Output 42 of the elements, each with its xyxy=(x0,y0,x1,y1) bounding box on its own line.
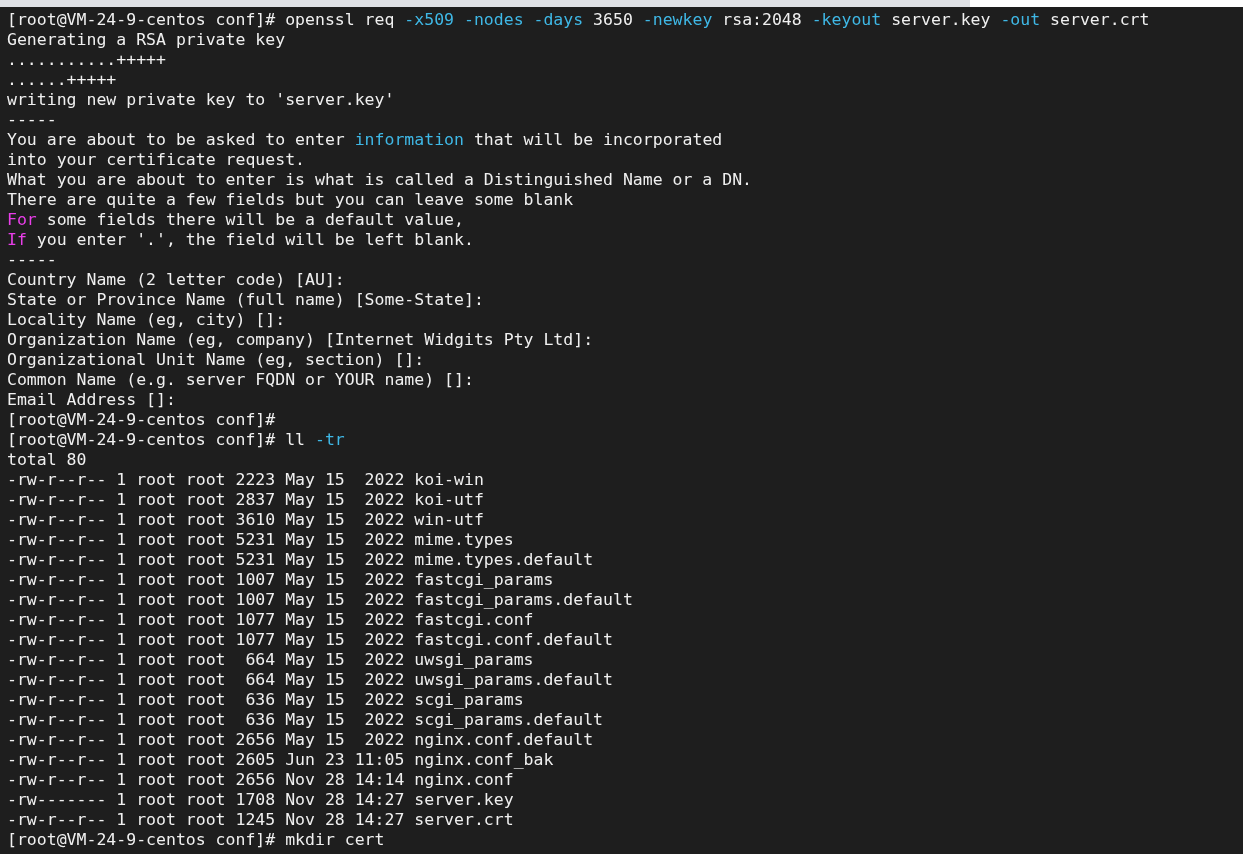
terminal-line: Organizational Unit Name (eg, section) []: xyxy=(7,350,425,370)
terminal-line: [root@VM-24-9-centos conf]# mkdir cert xyxy=(7,830,385,850)
terminal-line: ......+++++ xyxy=(7,70,117,90)
terminal-line: -rw-r--r-- 1 root root 2223 May 15 2022 koi-win xyxy=(7,470,484,490)
terminal-line: -rw-r--r-- 1 root root 2656 Nov 28 14:14 nginx.conf xyxy=(7,770,514,790)
terminal-line: Locality Name (eg, city) []: xyxy=(7,310,286,330)
terminal-line: -rw-r--r-- 1 root root 1245 Nov 28 14:27 server.crt xyxy=(7,810,514,830)
terminal-line: Common Name (e.g. server FQDN or YOUR name) []: xyxy=(7,370,474,390)
terminal-line: What you are about to enter is what is called a Distinguished Name or a DN. xyxy=(7,170,753,190)
terminal-line: total 80 xyxy=(7,450,87,470)
terminal-line: -rw-r--r-- 1 root root 1007 May 15 2022 fastcgi_params.default xyxy=(7,590,633,610)
terminal-line: -rw-r--r-- 1 root root 1077 May 15 2022 fastcgi.conf xyxy=(7,610,534,630)
terminal-line: -rw-r--r-- 1 root root 2837 May 15 2022 koi-utf xyxy=(7,490,484,510)
terminal-line: -rw-r--r-- 1 root root 5231 May 15 2022 mime.types xyxy=(7,530,514,550)
terminal-line: Generating a RSA private key xyxy=(7,30,286,50)
terminal-line: There are quite a few fields but you can leave some blank xyxy=(7,190,574,210)
terminal-line: -rw-r--r-- 1 root root 1007 May 15 2022 fastcgi_params xyxy=(7,570,554,590)
terminal-line: ...........+++++ xyxy=(7,50,166,70)
terminal-line: [root@VM-24-9-centos conf]# openssl req -x509 -nodes -days 3650 -newkey rsa:2048 -keyout server.key -out server.crt xyxy=(7,10,1150,30)
terminal-line: -rw-r--r-- 1 root root 636 May 15 2022 scgi_params.default xyxy=(7,710,604,730)
terminal-line: [root@VM-24-9-centos conf]# ll -tr xyxy=(7,430,345,450)
terminal-line: State or Province Name (full name) [Some-State]: xyxy=(7,290,484,310)
terminal-line: -rw-r--r-- 1 root root 664 May 15 2022 uwsgi_params.default xyxy=(7,670,613,690)
terminal-line: Organization Name (eg, company) [Internet Widgits Pty Ltd]: xyxy=(7,330,594,350)
terminal-line: ----- xyxy=(7,250,57,270)
terminal-line: -rw-r--r-- 1 root root 636 May 15 2022 scgi_params xyxy=(7,690,524,710)
terminal-line: into your certificate request. xyxy=(7,150,305,170)
terminal-line: writing new private key to 'server.key' xyxy=(7,90,395,110)
terminal-line: You are about to be asked to enter information that will be incorporated xyxy=(7,130,723,150)
terminal-line: -rw-r--r-- 1 root root 2605 Jun 23 11:05 nginx.conf_bak xyxy=(7,750,554,770)
terminal-line: Country Name (2 letter code) [AU]: xyxy=(7,270,345,290)
terminal-line: For some fields there will be a default value, xyxy=(7,210,464,230)
terminal-line: Email Address []: xyxy=(7,390,176,410)
terminal-line: -rw-r--r-- 1 root root 5231 May 15 2022 mime.types.default xyxy=(7,550,594,570)
terminal-line: -rw-r--r-- 1 root root 2656 May 15 2022 nginx.conf.default xyxy=(7,730,594,750)
terminal-line: -rw-r--r-- 1 root root 3610 May 15 2022 win-utf xyxy=(7,510,484,530)
terminal-line: ----- xyxy=(7,110,57,130)
terminal-line: -rw------- 1 root root 1708 Nov 28 14:27 server.key xyxy=(7,790,514,810)
terminal-line: -rw-r--r-- 1 root root 664 May 15 2022 uwsgi_params xyxy=(7,650,534,670)
terminal-line: If you enter '.', the field will be left blank. xyxy=(7,230,474,250)
terminal-line: -rw-r--r-- 1 root root 1077 May 15 2022 fastcgi.conf.default xyxy=(7,630,613,650)
terminal-line: [root@VM-24-9-centos conf]# xyxy=(7,410,276,430)
